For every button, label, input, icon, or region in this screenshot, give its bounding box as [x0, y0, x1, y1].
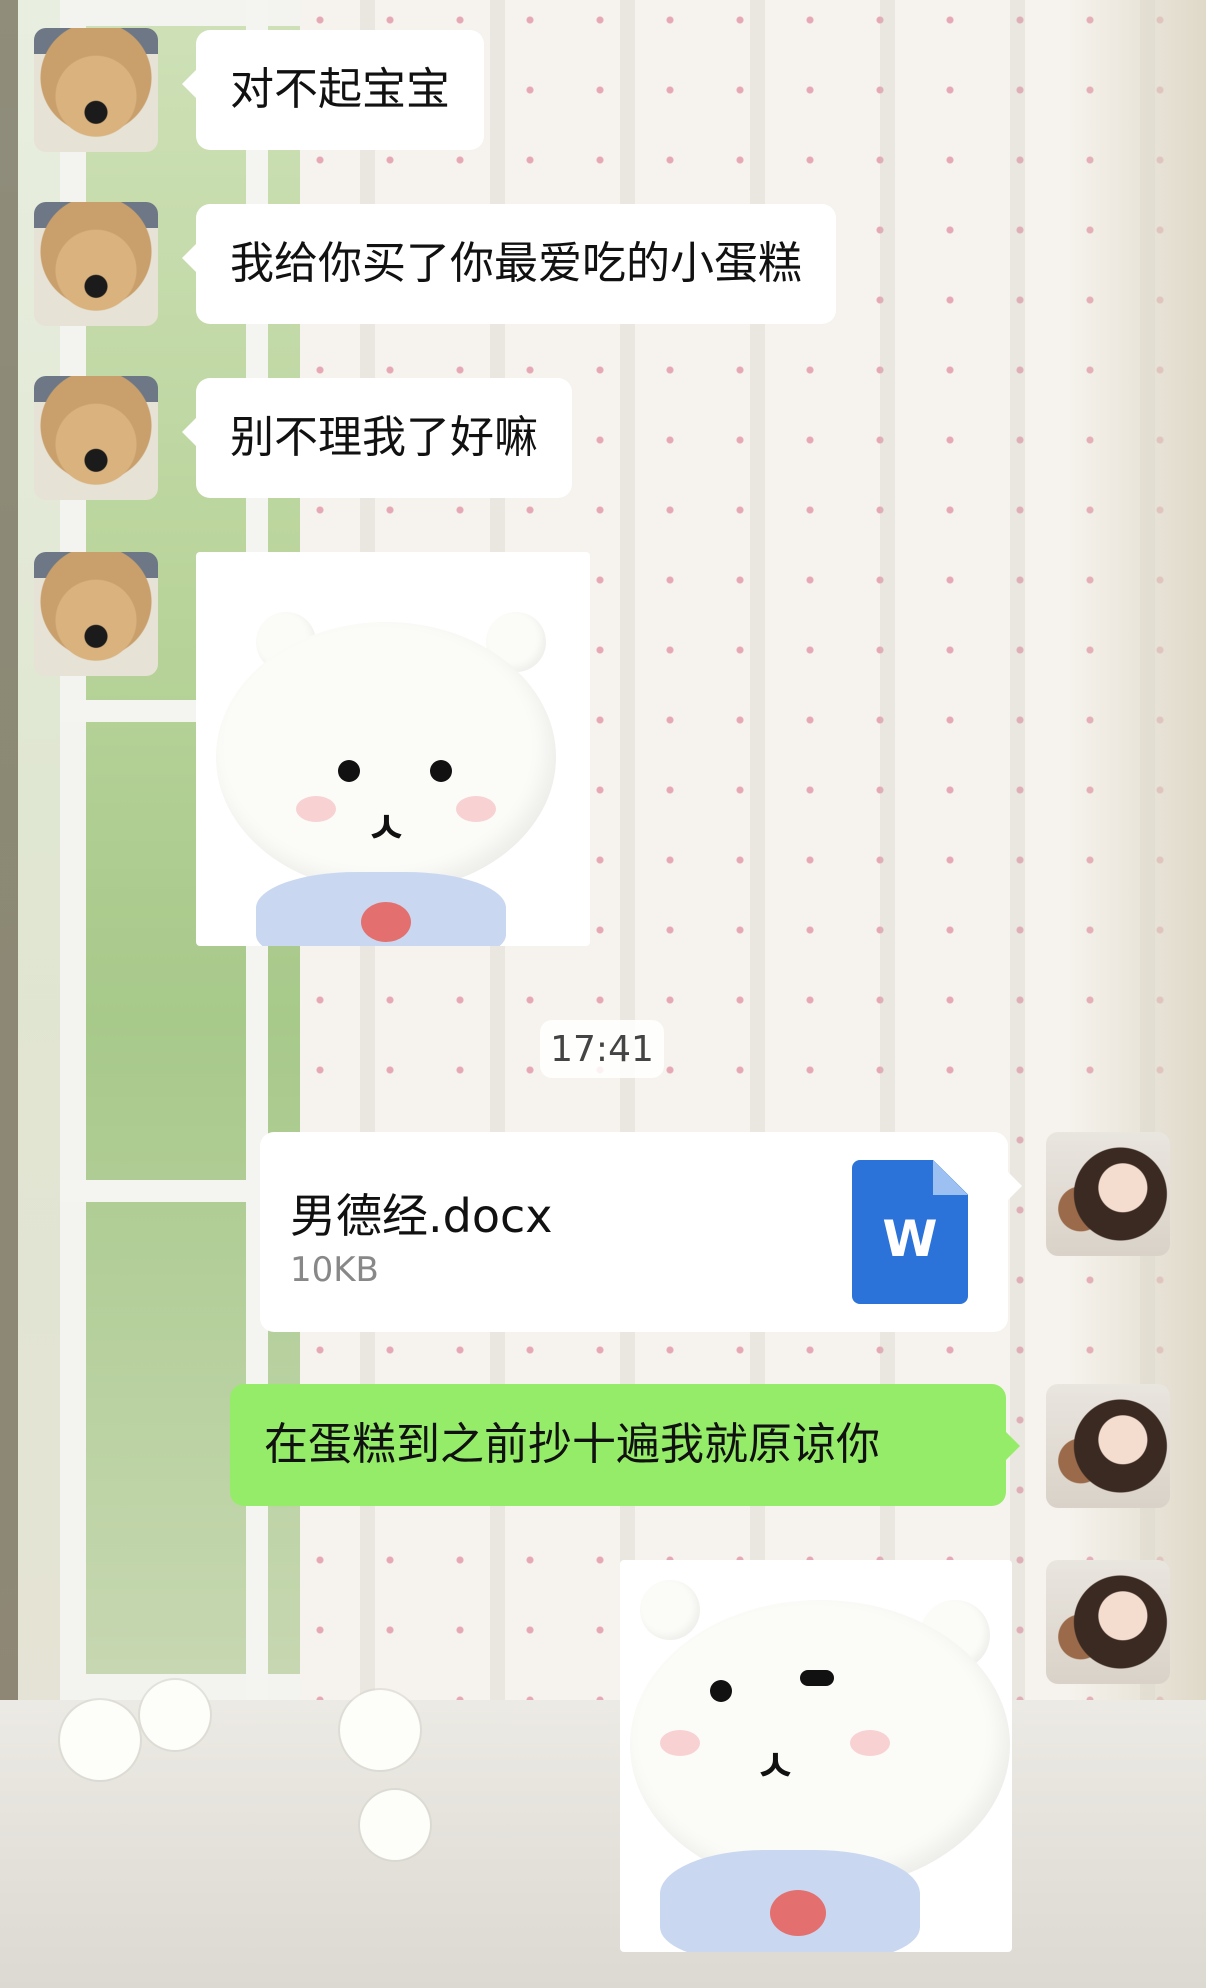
white-bear-sticker[interactable]: ㅅ: [196, 552, 590, 946]
message-text: 对不起宝宝: [230, 64, 450, 115]
message-bubble[interactable]: 对不起宝宝: [182, 30, 484, 150]
contact-avatar[interactable]: [34, 552, 158, 676]
bear-eye: [430, 760, 452, 782]
message-text: 在蛋糕到之前抄十遍我就原谅你: [264, 1419, 880, 1470]
orchid-flower: [60, 1700, 140, 1780]
bear-ear: [640, 1580, 700, 1640]
word-doc-fold: [933, 1160, 968, 1195]
contact-avatar[interactable]: [34, 28, 158, 152]
white-bear-sticker-squint[interactable]: ㅅ: [620, 1560, 1012, 1952]
orchid-flower: [340, 1690, 420, 1770]
bear-mouth: ㅅ: [755, 1741, 796, 1792]
bear-heart: [770, 1890, 826, 1936]
message-bubble[interactable]: 我给你买了你最爱吃的小蛋糕: [182, 204, 836, 324]
bear-blush: [660, 1730, 700, 1756]
bear-mouth: ㅅ: [366, 803, 407, 854]
file-size: 10KB: [290, 1250, 379, 1290]
contact-avatar[interactable]: [34, 376, 158, 500]
my-avatar[interactable]: [1046, 1384, 1170, 1508]
message-text: 我给你买了你最爱吃的小蛋糕: [230, 238, 802, 289]
message-text: 别不理我了好嘛: [230, 412, 538, 463]
bear-eye: [338, 760, 360, 782]
orchid-flower: [140, 1680, 210, 1750]
bear-eye-squint: [800, 1670, 834, 1686]
bear-eye: [710, 1680, 732, 1702]
bear-blush: [456, 796, 496, 822]
background-wall: [1066, 0, 1206, 1988]
bear-blush: [296, 796, 336, 822]
chat-timestamp: 17:41: [540, 1020, 664, 1078]
bear-blush: [850, 1730, 890, 1756]
my-avatar[interactable]: [1046, 1132, 1170, 1256]
word-doc-letter: W: [882, 1210, 938, 1268]
timestamp-text: 17:41: [550, 1028, 654, 1070]
file-message-card[interactable]: 男德经.docx 10KB W: [260, 1132, 1022, 1332]
my-avatar[interactable]: [1046, 1560, 1170, 1684]
message-bubble-sent[interactable]: 在蛋糕到之前抄十遍我就原谅你: [230, 1384, 1020, 1506]
bear-heart: [361, 902, 411, 942]
message-bubble[interactable]: 别不理我了好嘛: [182, 378, 572, 498]
contact-avatar[interactable]: [34, 202, 158, 326]
file-name: 男德经.docx: [290, 1189, 553, 1243]
orchid-flower: [360, 1790, 430, 1860]
